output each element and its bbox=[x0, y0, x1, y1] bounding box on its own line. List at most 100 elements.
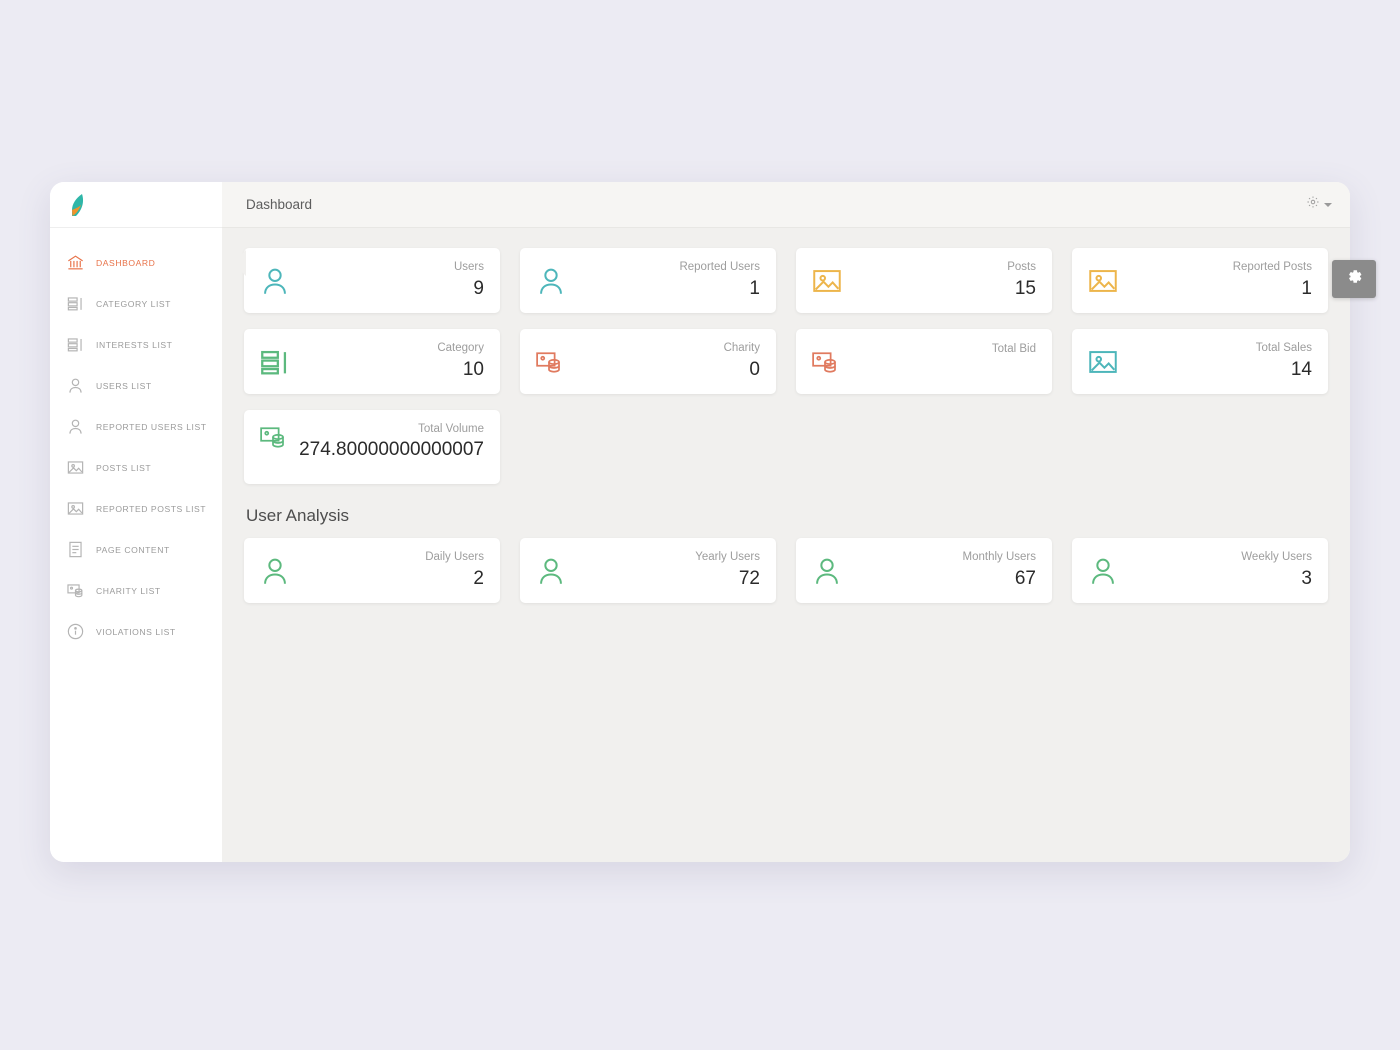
sidebar-item-reported-posts-list[interactable]: REPORTED POSTS LIST bbox=[50, 488, 222, 529]
stat-value: 3 bbox=[1301, 567, 1312, 589]
sidebar-item-label: VIOLATIONS LIST bbox=[96, 626, 176, 637]
stat-label: Total Sales bbox=[1255, 342, 1312, 355]
stat-card-daily-users[interactable]: Daily Users 2 bbox=[244, 538, 500, 603]
stat-text: Total Bid bbox=[992, 342, 1036, 380]
app-window: DASHBOARD CATEGORY LIST INTERESTS LIST U… bbox=[50, 182, 1376, 862]
user-icon bbox=[66, 417, 85, 436]
stat-card-category[interactable]: Category 10 bbox=[244, 329, 500, 394]
floating-settings-button[interactable] bbox=[1332, 260, 1376, 298]
sidebar-item-users-list[interactable]: USERS LIST bbox=[50, 365, 222, 406]
stat-value: 1 bbox=[1301, 277, 1312, 299]
stat-value: 2 bbox=[473, 567, 484, 589]
stat-value: 274.80000000000007 bbox=[299, 439, 484, 461]
list-bars-icon bbox=[66, 335, 85, 354]
sidebar-item-label: DASHBOARD bbox=[96, 257, 156, 268]
stat-label: Total Volume bbox=[418, 423, 484, 435]
sidebar-item-interests-list[interactable]: INTERESTS LIST bbox=[50, 324, 222, 365]
user-icon bbox=[258, 264, 292, 298]
stat-label: Total Bid bbox=[991, 343, 1036, 356]
stat-value: 15 bbox=[1014, 277, 1036, 299]
stat-label: Yearly Users bbox=[695, 551, 760, 564]
sidebar-nav: DASHBOARD CATEGORY LIST INTERESTS LIST U… bbox=[50, 228, 222, 652]
main-area: Dashboard Users 9 Reported Users 1 Posts… bbox=[222, 182, 1376, 862]
stat-text: Reported Posts 1 bbox=[1233, 260, 1312, 301]
stats-grid: Users 9 Reported Users 1 Posts 15 Report… bbox=[244, 248, 1328, 484]
sidebar-item-page-content[interactable]: PAGE CONTENT bbox=[50, 529, 222, 570]
stat-label: Charity bbox=[723, 342, 760, 355]
stat-card-users[interactable]: Users 9 bbox=[244, 248, 500, 313]
sidebar-item-dashboard[interactable]: DASHBOARD bbox=[50, 242, 222, 283]
image-icon bbox=[1086, 264, 1120, 298]
sidebar-item-label: USERS LIST bbox=[96, 380, 152, 391]
stat-value: 10 bbox=[462, 358, 484, 380]
stat-label: Reported Posts bbox=[1232, 261, 1312, 274]
stat-card-charity[interactable]: Charity 0 bbox=[520, 329, 776, 394]
settings-menu-button[interactable] bbox=[1306, 195, 1332, 214]
user-icon bbox=[1086, 554, 1120, 588]
stat-label: Category bbox=[437, 342, 484, 355]
sidebar: DASHBOARD CATEGORY LIST INTERESTS LIST U… bbox=[50, 182, 222, 862]
gear-icon bbox=[1345, 267, 1364, 291]
stat-card-yearly-users[interactable]: Yearly Users 72 bbox=[520, 538, 776, 603]
bank-icon bbox=[66, 253, 85, 272]
stat-text: Weekly Users 3 bbox=[1241, 550, 1312, 591]
dashboard-content: Users 9 Reported Users 1 Posts 15 Report… bbox=[222, 228, 1350, 862]
chevron-down-icon bbox=[1324, 202, 1332, 207]
list-bars-icon bbox=[258, 345, 292, 379]
sidebar-item-label: PAGE CONTENT bbox=[96, 544, 170, 555]
sidebar-item-label: REPORTED USERS LIST bbox=[96, 421, 207, 432]
sidebar-item-category-list[interactable]: CATEGORY LIST bbox=[50, 283, 222, 324]
stat-card-reported-users[interactable]: Reported Users 1 bbox=[520, 248, 776, 313]
wallet-coins-icon bbox=[258, 422, 288, 452]
stat-value: 9 bbox=[473, 277, 484, 299]
user-analysis-title: User Analysis bbox=[246, 506, 349, 525]
stat-card-posts[interactable]: Posts 15 bbox=[796, 248, 1052, 313]
stat-label: Daily Users bbox=[425, 551, 484, 564]
sidebar-item-violations-list[interactable]: VIOLATIONS LIST bbox=[50, 611, 222, 652]
sidebar-item-posts-list[interactable]: POSTS LIST bbox=[50, 447, 222, 488]
image-icon bbox=[66, 499, 85, 518]
stat-text: Posts 15 bbox=[1007, 260, 1036, 301]
stat-text: Yearly Users 72 bbox=[695, 550, 760, 591]
document-icon bbox=[66, 540, 85, 559]
stat-card-total-bid[interactable]: Total Bid bbox=[796, 329, 1052, 394]
page-title: Dashboard bbox=[246, 197, 313, 212]
stat-value: 0 bbox=[749, 358, 760, 380]
user-icon bbox=[66, 376, 85, 395]
sidebar-item-label: INTERESTS LIST bbox=[96, 339, 173, 350]
stat-text: Total Volume 274.80000000000007 bbox=[299, 422, 484, 463]
sidebar-item-charity-list[interactable]: CHARITY LIST bbox=[50, 570, 222, 611]
stat-text: Charity 0 bbox=[724, 341, 760, 382]
stat-card-reported-posts[interactable]: Reported Posts 1 bbox=[1072, 248, 1328, 313]
stat-text: Category 10 bbox=[437, 341, 484, 382]
user-analysis-grid: Daily Users 2 Yearly Users 72 Monthly Us… bbox=[244, 538, 1328, 603]
user-icon bbox=[810, 554, 844, 588]
sidebar-item-reported-users-list[interactable]: REPORTED USERS LIST bbox=[50, 406, 222, 447]
user-icon bbox=[534, 264, 568, 298]
list-bars-icon bbox=[66, 294, 85, 313]
stat-card-monthly-users[interactable]: Monthly Users 67 bbox=[796, 538, 1052, 603]
sidebar-item-label: POSTS LIST bbox=[96, 462, 152, 473]
user-icon bbox=[258, 554, 292, 588]
user-icon bbox=[534, 554, 568, 588]
stat-label: Posts bbox=[1007, 261, 1036, 274]
stat-card-weekly-users[interactable]: Weekly Users 3 bbox=[1072, 538, 1328, 603]
leaf-logo[interactable] bbox=[66, 192, 88, 218]
stat-card-total-volume[interactable]: Total Volume 274.80000000000007 bbox=[244, 410, 500, 484]
stat-label: Users bbox=[453, 261, 484, 274]
stat-text: Reported Users 1 bbox=[679, 260, 760, 301]
stat-text: Daily Users 2 bbox=[425, 550, 484, 591]
sidebar-item-label: CHARITY LIST bbox=[96, 585, 161, 596]
stat-card-total-sales[interactable]: Total Sales 14 bbox=[1072, 329, 1328, 394]
stat-text: Users 9 bbox=[454, 260, 484, 301]
image-icon bbox=[1086, 345, 1120, 379]
stat-text: Monthly Users 67 bbox=[963, 550, 1037, 591]
image-icon bbox=[810, 264, 844, 298]
image-icon bbox=[66, 458, 85, 477]
info-circle-icon bbox=[66, 622, 85, 641]
stat-value: 72 bbox=[738, 567, 760, 589]
wallet-coins-icon bbox=[66, 581, 85, 600]
stat-text: Total Sales 14 bbox=[1256, 341, 1312, 382]
stat-label: Reported Users bbox=[679, 261, 760, 274]
gear-icon bbox=[1306, 195, 1320, 214]
